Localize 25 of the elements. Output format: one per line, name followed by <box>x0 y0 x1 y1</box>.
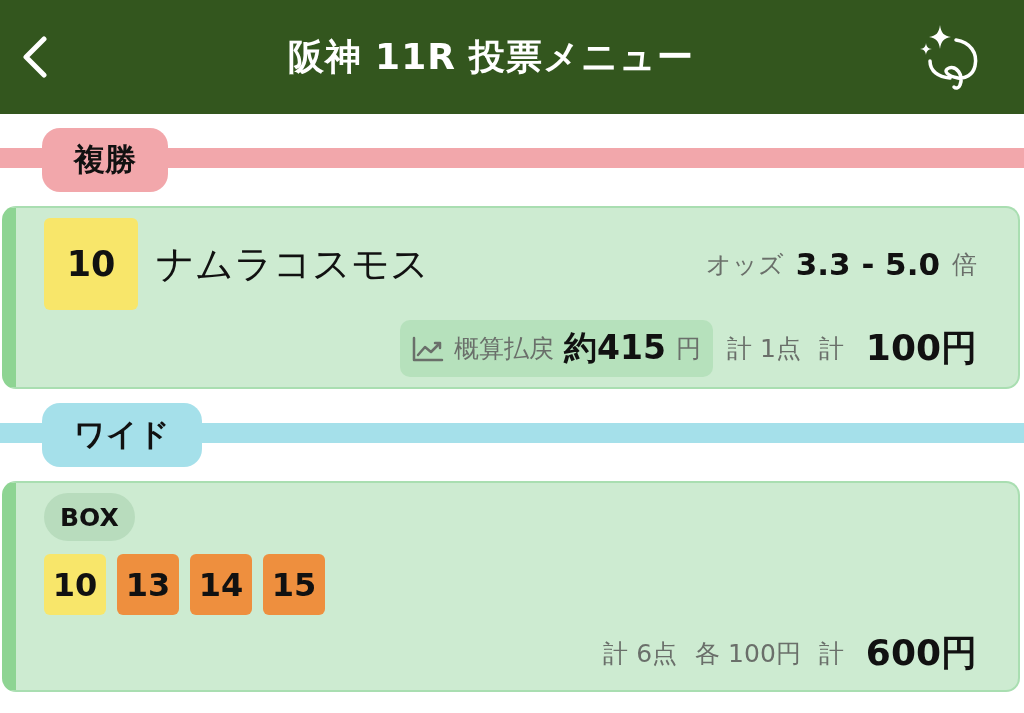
horse-number: 14 <box>190 554 252 615</box>
points-count: 計 1点 <box>727 333 801 365</box>
horse-name: ナムラコスモス <box>156 240 429 288</box>
payout-label: 概算払戻 <box>454 333 555 365</box>
payout-value: 約415 <box>564 327 666 369</box>
odds-value: 3.3 - 5.0 <box>795 246 940 282</box>
total-label: 計 <box>818 333 844 365</box>
back-chevron-icon <box>22 36 48 78</box>
trend-chart-icon <box>412 335 445 362</box>
unit-stake: 各 100円 <box>695 638 801 670</box>
horse-number: 15 <box>263 554 325 615</box>
horse-number: 13 <box>117 554 179 615</box>
points-count: 計 6点 <box>603 638 678 670</box>
total-amount: 100円 <box>865 326 977 370</box>
odds-unit: 倍 <box>952 248 977 281</box>
page-title: 阪神 11R 投票メニュー <box>287 34 695 79</box>
odds-label: オッズ <box>705 248 784 281</box>
horse-number: 10 <box>44 554 106 615</box>
payout-unit: 円 <box>676 333 701 365</box>
bet-type-label: ワイド <box>42 403 202 467</box>
horse-number: 10 <box>44 218 138 310</box>
total-label: 計 <box>818 638 844 670</box>
bet-type-label: 複勝 <box>42 128 168 192</box>
bet-mode-tag: BOX <box>44 493 135 541</box>
total-amount: 600円 <box>865 631 977 675</box>
